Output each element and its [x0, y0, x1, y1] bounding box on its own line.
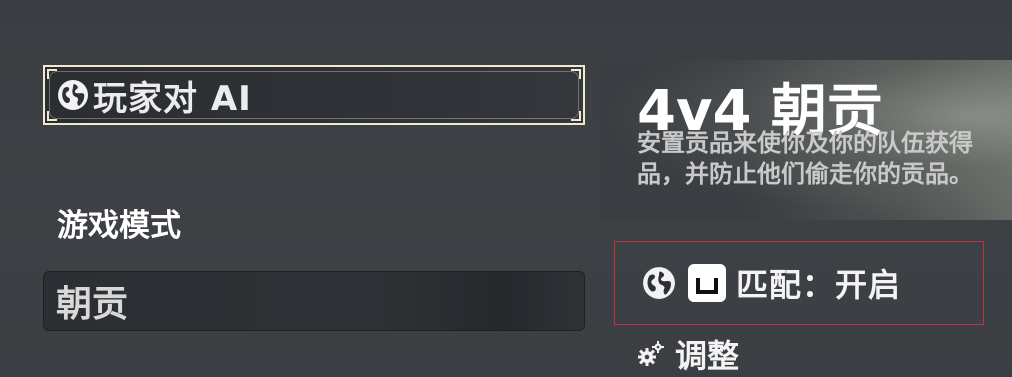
globe-icon	[642, 266, 676, 300]
mode-selector-button[interactable]: 玩家对 AI	[43, 65, 585, 125]
corner-ornament	[47, 69, 57, 79]
mode-selector-label: 玩家对 AI	[93, 78, 252, 119]
list-item-label: 朝贡	[56, 284, 129, 325]
game-mode-heading: 游戏模式	[57, 208, 181, 244]
list-item-tribute[interactable]: 朝贡	[43, 271, 585, 331]
corner-ornament	[571, 69, 581, 79]
corner-ornament	[571, 111, 581, 121]
corner-ornament	[47, 111, 57, 121]
globe-icon	[57, 79, 89, 111]
gears-icon	[637, 340, 665, 368]
matching-toggle[interactable]: 匹配：开启	[614, 241, 984, 325]
matching-label: 匹配：开启	[736, 266, 902, 304]
adjust-label: 调整	[675, 337, 740, 375]
spacebar-key-icon	[688, 264, 726, 302]
mode-description: 安置贡品来使你及你的队伍获得品，并防止他们偷走你的贡品。	[637, 129, 973, 188]
adjust-button[interactable]: 调整	[637, 332, 739, 376]
